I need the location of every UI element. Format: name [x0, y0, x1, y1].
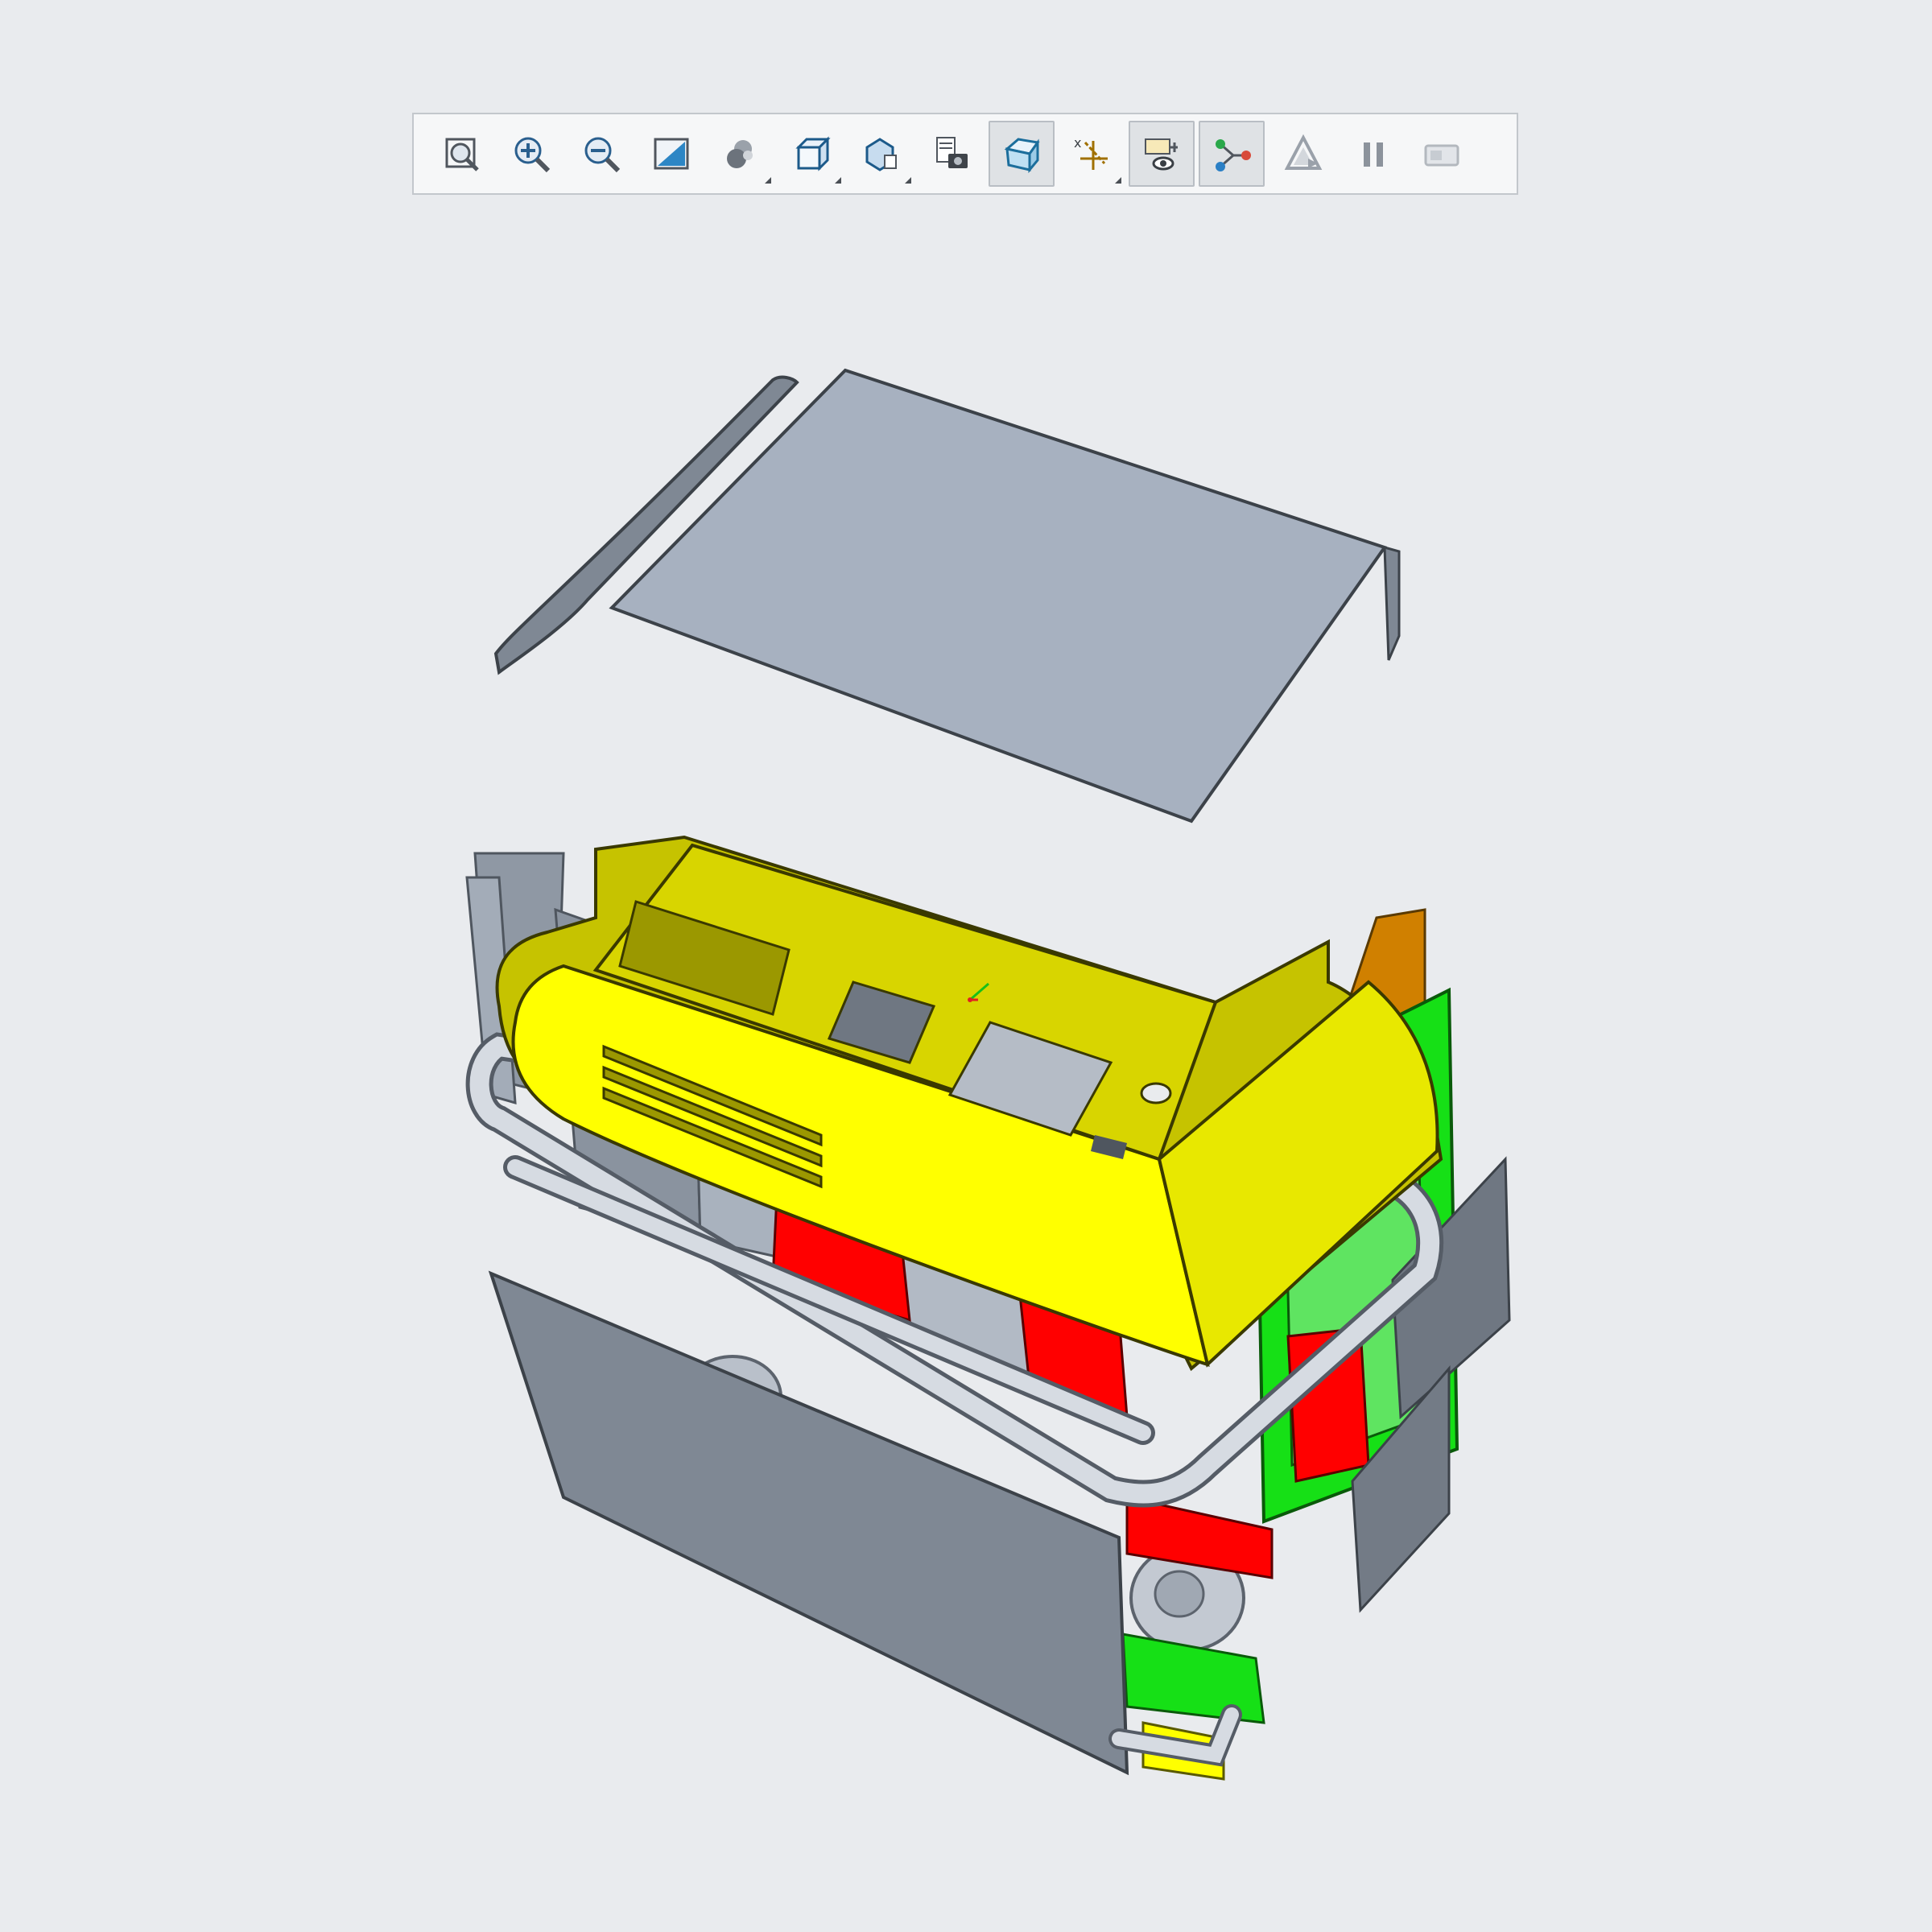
display-style-button[interactable]: [708, 121, 774, 187]
saved-orientations-button[interactable]: [778, 121, 844, 187]
flyout-arrow-icon[interactable]: [835, 177, 841, 184]
flyout-arrow-icon[interactable]: [765, 177, 771, 184]
pause-button[interactable]: [1339, 121, 1405, 187]
cad-model-explode-view: [465, 368, 1511, 1781]
graphics-toolbar: x: [412, 113, 1518, 195]
zoom-in-button[interactable]: [498, 121, 564, 187]
annotation-display-icon: [1139, 131, 1184, 176]
view-manager-icon: [859, 131, 904, 176]
animation-icon: [1419, 131, 1464, 176]
animation-button[interactable]: [1409, 121, 1475, 187]
render-icon: [1279, 131, 1324, 176]
shaded-display-icon: [719, 131, 764, 176]
graphics-viewport[interactable]: [0, 209, 1932, 1932]
view-manager-button[interactable]: [848, 121, 914, 187]
perspective-view-icon: [999, 131, 1044, 176]
exploded-top-panel-flange: [1383, 546, 1401, 661]
zoom-out-icon: [579, 131, 624, 176]
repaint-button[interactable]: [638, 121, 704, 187]
annotation-display-button[interactable]: [1129, 121, 1195, 187]
datum-display-icon: x: [1069, 131, 1114, 176]
spin-center-button[interactable]: [1199, 121, 1265, 187]
appearance-gallery-button[interactable]: [919, 121, 985, 187]
refit-button[interactable]: [428, 121, 494, 187]
zoom-out-button[interactable]: [568, 121, 634, 187]
svg-text:x: x: [1074, 135, 1081, 151]
pause-icon: [1349, 131, 1394, 176]
saved-orientations-icon: [789, 131, 834, 176]
zoom-in-icon: [509, 131, 554, 176]
render-button[interactable]: [1269, 121, 1335, 187]
flyout-arrow-icon[interactable]: [905, 177, 911, 184]
camera-appearance-icon: [929, 131, 974, 176]
datum-display-button[interactable]: x: [1059, 121, 1125, 187]
repaint-icon: [649, 131, 694, 176]
spin-center-icon: [1209, 131, 1254, 176]
perspective-button[interactable]: [989, 121, 1055, 187]
flyout-arrow-icon[interactable]: [1115, 177, 1121, 184]
refit-icon: [439, 131, 484, 176]
